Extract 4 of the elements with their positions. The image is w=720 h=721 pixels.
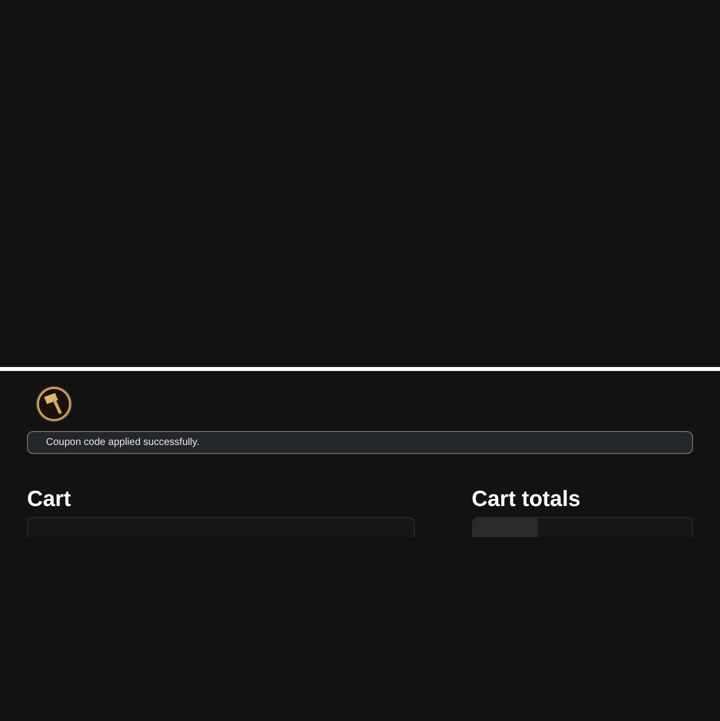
notice-text: Coupon code applied successfully. <box>46 436 200 450</box>
hammer-logo-icon[interactable] <box>35 385 73 423</box>
cart-totals-heading: Cart totals <box>472 486 582 512</box>
cart-heading: Cart <box>27 486 72 512</box>
